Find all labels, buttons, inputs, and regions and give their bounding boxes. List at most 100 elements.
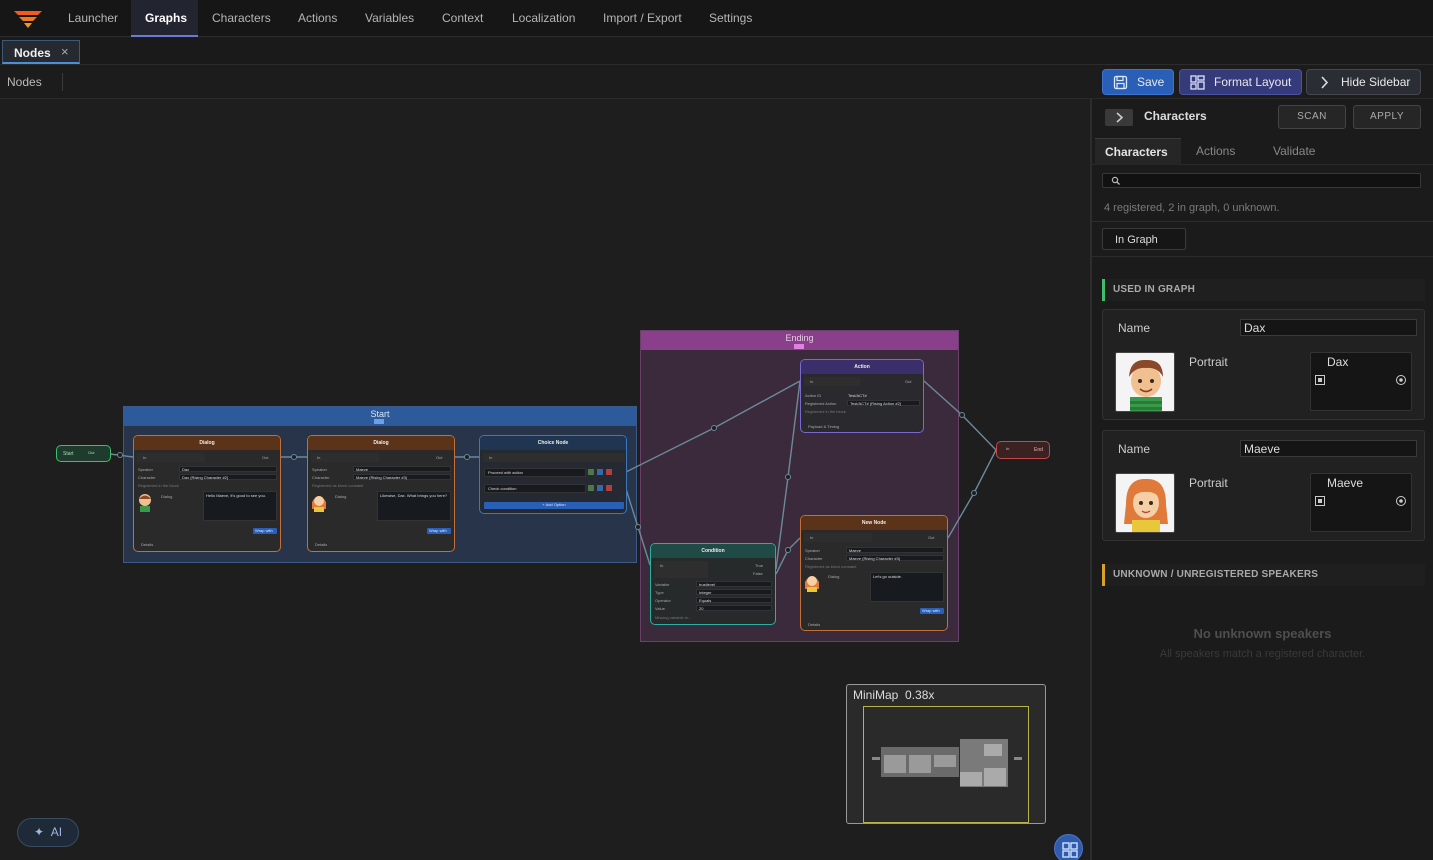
- picker-icon[interactable]: [1314, 495, 1326, 507]
- character-summary: 4 registered, 2 in graph, 0 unknown.: [1104, 202, 1280, 214]
- type-label: Type: [655, 590, 664, 595]
- apply-button[interactable]: APPLY: [1353, 105, 1421, 129]
- chevron-right-icon: [1321, 76, 1329, 89]
- registered-note: Registered in the block: [138, 483, 179, 488]
- nav-variables[interactable]: Variables: [351, 0, 428, 37]
- variable-field[interactable]: trustlevel: [696, 581, 772, 587]
- name-input[interactable]: Dax: [1240, 319, 1417, 336]
- speaker-field[interactable]: Dax: [179, 466, 277, 472]
- wrap-button-label: Wrap with: [429, 528, 447, 533]
- registered-action-select[interactable]: Test/ACT# (Rising Action #2): [847, 400, 920, 406]
- name-label: Name: [1118, 442, 1151, 456]
- details-toggle[interactable]: Details: [315, 542, 327, 547]
- scan-button[interactable]: SCAN: [1278, 105, 1346, 129]
- end-node[interactable]: In End: [996, 441, 1050, 459]
- document-tab-bar: Nodes ×: [0, 38, 1433, 65]
- ai-button[interactable]: ✦ AI: [17, 818, 79, 847]
- format-layout-button[interactable]: Format Layout: [1179, 69, 1302, 95]
- picker-icon[interactable]: [1314, 374, 1326, 386]
- tab-characters[interactable]: Characters: [1095, 138, 1181, 165]
- choice-option-2[interactable]: Check condition: [484, 484, 586, 493]
- wand-icon[interactable]: [588, 485, 594, 491]
- nav-import-export[interactable]: Import / Export: [589, 0, 696, 37]
- nav-characters[interactable]: Characters: [198, 0, 285, 37]
- port-out-label: Out: [905, 379, 912, 384]
- details-toggle[interactable]: Details: [141, 542, 153, 547]
- minimap-node: [909, 755, 931, 773]
- character-select[interactable]: Dax (Rising Character #2): [179, 474, 277, 480]
- operator-label: Operator: [655, 598, 671, 603]
- target-icon[interactable]: [1395, 495, 1407, 507]
- nav-graphs[interactable]: Graphs: [131, 0, 198, 37]
- ai-button-label: AI: [50, 825, 63, 839]
- character-label: Character: [138, 475, 156, 480]
- speaker-field[interactable]: Maeve: [353, 466, 451, 472]
- port-out-label: Out: [262, 455, 269, 460]
- port-in-label: In: [317, 455, 321, 460]
- new-node-title: New Node: [801, 516, 947, 530]
- layout-toggle-button[interactable]: [1054, 834, 1083, 860]
- name-input[interactable]: Maeve: [1240, 440, 1417, 457]
- character-select[interactable]: Maeve (Rising Character #3): [846, 555, 944, 561]
- action-id-value[interactable]: Test/ACT#: [848, 393, 867, 398]
- empty-state-subtitle: All speakers match a registered characte…: [1159, 648, 1366, 660]
- wrap-button[interactable]: Wrap with: [253, 528, 277, 534]
- action-node[interactable]: Action In Out Action ID Test/ACT# Regist…: [800, 359, 924, 433]
- add-option-button[interactable]: + Add Option: [484, 502, 624, 509]
- operator-select[interactable]: Equals: [696, 597, 772, 603]
- condition-node[interactable]: Condition In True False Variable trustle…: [650, 543, 776, 625]
- portrait-image-dax[interactable]: [1115, 352, 1175, 412]
- branch-icon[interactable]: [597, 485, 603, 491]
- sidebar-collapse-button[interactable]: [1105, 109, 1133, 126]
- save-button-label: Save: [1137, 75, 1165, 89]
- minimap[interactable]: MiniMap 0.38x: [846, 684, 1046, 824]
- wrap-button[interactable]: Wrap with: [920, 608, 944, 614]
- dialog-text-area[interactable]: Let's go outside.: [870, 572, 944, 602]
- tab-validate[interactable]: Validate: [1273, 138, 1315, 165]
- minimap-viewport[interactable]: [863, 706, 1029, 823]
- portrait-image-maeve[interactable]: [1115, 473, 1175, 533]
- nav-localization[interactable]: Localization: [498, 0, 589, 37]
- tab-nodes[interactable]: Nodes ×: [2, 40, 80, 64]
- choice-node[interactable]: Choice Node In Proceed with action Check…: [479, 435, 627, 514]
- port-in-label: In: [489, 455, 493, 460]
- payload-timing-toggle[interactable]: Payload & Timing: [808, 424, 839, 429]
- new-dialog-node[interactable]: New Node In Out Speaker Maeve Character …: [800, 515, 948, 631]
- save-button[interactable]: Save: [1102, 69, 1174, 95]
- nav-context[interactable]: Context: [428, 0, 497, 37]
- delete-icon[interactable]: [606, 469, 612, 475]
- character-select[interactable]: Maeve (Rising Character #3): [353, 474, 451, 480]
- dialog-node-1[interactable]: Dialog In Out Speaker Dax Character Dax …: [133, 435, 281, 552]
- target-icon[interactable]: [1395, 374, 1407, 386]
- nav-actions[interactable]: Actions: [284, 0, 351, 37]
- start-node[interactable]: Start Out: [56, 445, 111, 462]
- dialog-text-area[interactable]: Hello Maeve, it's good to see you.: [203, 491, 277, 521]
- registered-action-label: Registered Action: [805, 401, 837, 406]
- search-input[interactable]: [1102, 173, 1421, 188]
- branch-icon[interactable]: [597, 469, 603, 475]
- delete-icon[interactable]: [606, 485, 612, 491]
- portrait-asset-box[interactable]: Dax: [1310, 352, 1412, 411]
- tab-actions[interactable]: Actions: [1196, 138, 1235, 165]
- filter-in-graph[interactable]: In Graph: [1102, 228, 1186, 250]
- dialog-text-value: Let's go outside.: [873, 574, 903, 579]
- used-in-graph-heading: USED IN GRAPH: [1102, 279, 1425, 301]
- value-field[interactable]: 20: [696, 605, 772, 611]
- choice-option-1[interactable]: Proceed with action: [484, 468, 586, 477]
- dialog-node-2[interactable]: Dialog In Out Speaker Maeve Character Ma…: [307, 435, 455, 552]
- nav-launcher[interactable]: Launcher: [54, 0, 132, 37]
- nav-settings[interactable]: Settings: [695, 0, 766, 37]
- start-node-out: Out: [88, 450, 95, 455]
- dialog-text-area[interactable]: Likewise, Dax. What brings you here?: [377, 491, 451, 521]
- portrait-asset-box[interactable]: Maeve: [1310, 473, 1412, 532]
- graph-canvas[interactable]: Start Ending Start Out Dialog In Out Spe…: [0, 99, 1090, 860]
- speaker-field[interactable]: Maeve: [846, 547, 944, 553]
- speaker-label: Speaker: [312, 467, 327, 472]
- details-toggle[interactable]: Details: [808, 622, 820, 627]
- type-select[interactable]: Integer: [696, 589, 772, 595]
- wand-icon[interactable]: [588, 469, 594, 475]
- close-icon[interactable]: ×: [61, 44, 69, 59]
- search-icon: [1111, 176, 1120, 185]
- hide-sidebar-button[interactable]: Hide Sidebar: [1306, 69, 1421, 95]
- wrap-button[interactable]: Wrap with: [427, 528, 451, 534]
